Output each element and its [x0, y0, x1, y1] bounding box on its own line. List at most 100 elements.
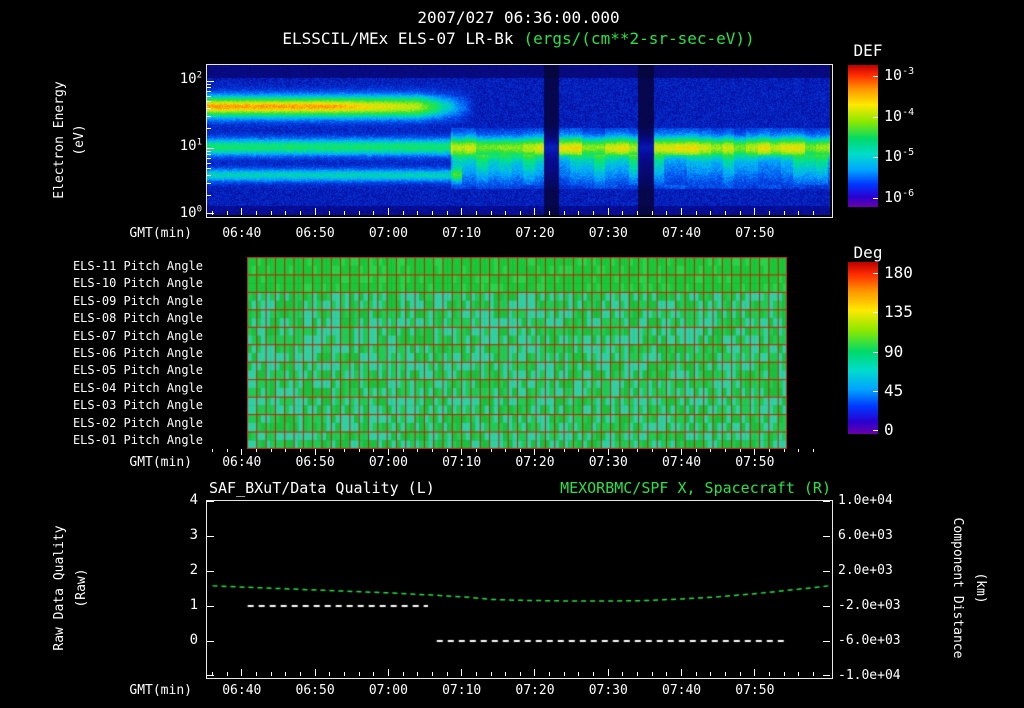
pitch-x-tick-major — [241, 449, 243, 455]
x-tick-major — [754, 208, 756, 215]
x-tick-major — [314, 208, 316, 215]
right-axis-tick-label: -6.0e+03 — [838, 633, 901, 648]
x-tick-major — [534, 669, 536, 676]
x-tick-major — [314, 669, 316, 676]
y-tick-minor — [207, 158, 211, 160]
deg-tick-label: 0 — [884, 420, 894, 439]
x-tick-minor — [798, 211, 800, 215]
pitch-x-tick-minor — [739, 449, 741, 452]
x-tick-minor — [783, 211, 785, 215]
left-axis-tick-label: 4 — [189, 492, 198, 508]
instrument-title-row: ELSSCIL/MEx ELS-07 LR-Bk (ergs/(cm**2-sr-… — [57, 29, 980, 48]
spectrogram-canvas — [207, 65, 830, 215]
pitch-x-tick-minor — [505, 449, 507, 452]
x-tick-major — [681, 669, 683, 676]
pitch-x-tick-minor — [651, 449, 653, 452]
x-tick-minor — [783, 672, 785, 676]
x-tick-minor — [270, 672, 272, 676]
pitch-x-tick-minor — [431, 449, 433, 452]
pitch-x-tick-major — [387, 449, 389, 455]
x-tick-minor — [299, 672, 301, 676]
x-tick-minor — [226, 672, 228, 676]
y-tick-minor — [207, 162, 211, 164]
x-tick-label: 06:50 — [295, 683, 335, 698]
pitch-row-label: ELS-02 Pitch Angle — [72, 415, 203, 430]
x-tick-minor — [695, 211, 697, 215]
pitch-row-label: ELS-03 Pitch Angle — [72, 398, 203, 413]
x-tick-label: 07:10 — [442, 455, 482, 470]
pitch-row-label: ELS-01 Pitch Angle — [72, 433, 203, 448]
x-tick-major — [387, 208, 389, 215]
deg-colorbar-title: Deg — [853, 243, 883, 262]
colorbar-tick — [873, 351, 878, 353]
x-tick-minor — [255, 211, 257, 215]
y-tick-minor — [207, 154, 211, 156]
x-tick-label: 07:50 — [735, 455, 775, 470]
bottom-right-title: MEXORBMC/SPF X, Spacecraft (R) — [560, 479, 831, 497]
x-tick-minor — [402, 672, 404, 676]
pitch-row-label: ELS-05 Pitch Angle — [72, 363, 203, 378]
x-tick-major — [607, 208, 609, 215]
pitch-x-tick-minor — [475, 449, 477, 452]
x-tick-minor — [637, 672, 639, 676]
colorbar-tick — [873, 76, 878, 77]
pitch-x-tick-major — [607, 449, 609, 455]
y-tick-minor — [207, 174, 211, 176]
pitch-x-tick-minor — [549, 449, 551, 452]
pitch-x-tick-minor — [637, 449, 639, 452]
x-tick-label: 07:30 — [588, 226, 628, 241]
x-tick-major — [461, 208, 463, 215]
x-tick-minor — [578, 211, 580, 215]
pitch-x-tick-minor — [299, 449, 301, 452]
right-axis-tick-label: 6.0e+03 — [838, 528, 893, 543]
pitch-x-tick-minor — [798, 449, 800, 452]
x-tick-minor — [695, 672, 697, 676]
x-tick-label: 07:00 — [368, 226, 408, 241]
x-tick-minor — [358, 211, 360, 215]
quality-ylabel-line2: (Raw) — [74, 568, 89, 608]
left-axis-tick — [207, 535, 214, 537]
def-tick-label: 10-3 — [884, 66, 915, 84]
x-tick-minor — [549, 672, 551, 676]
pitch-x-tick-minor — [343, 449, 345, 452]
right-axis-tick — [823, 535, 830, 537]
x-tick-minor — [417, 672, 419, 676]
x-tick-minor — [299, 211, 301, 215]
x-tick-minor — [549, 211, 551, 215]
pitch-x-tick-minor — [622, 449, 624, 452]
x-tick-major — [241, 669, 243, 676]
deg-colorbar — [848, 262, 878, 434]
pitch-x-tick-minor — [666, 449, 668, 452]
x-tick-major — [754, 669, 756, 676]
x-tick-label: 07:00 — [368, 455, 408, 470]
line-plot-panel — [206, 500, 833, 679]
colorbar-tick — [873, 273, 878, 274]
distance-ylabel-line1: Component Distance — [950, 517, 965, 659]
pitch-row-label: ELS-10 Pitch Angle — [72, 276, 203, 291]
pitch-x-tick-minor — [725, 449, 727, 452]
x-tick-label: 07:20 — [515, 683, 555, 698]
x-tick-major — [387, 669, 389, 676]
x-tick-minor — [710, 672, 712, 676]
y-tick-minor — [207, 84, 211, 86]
x-tick-minor — [622, 672, 624, 676]
x-tick-minor — [769, 211, 771, 215]
x-tick-minor — [431, 672, 433, 676]
def-tick-label: 10-4 — [884, 106, 915, 125]
x-tick-minor — [563, 672, 565, 676]
x-tick-label: 07:40 — [662, 226, 702, 241]
quality-ylabel-line1: Raw Data Quality — [52, 525, 67, 651]
pitch-x-tick-minor — [578, 449, 580, 452]
x-tick-minor — [563, 211, 565, 215]
x-tick-major — [461, 669, 463, 676]
x-tick-minor — [519, 672, 521, 676]
x-tick-minor — [666, 211, 668, 215]
x-tick-minor — [519, 211, 521, 215]
x-tick-label: 07:40 — [662, 683, 702, 698]
x-tick-minor — [490, 672, 492, 676]
pitch-row-label: ELS-07 Pitch Angle — [72, 328, 203, 343]
right-axis-tick — [823, 570, 830, 572]
left-axis-tick — [207, 501, 214, 502]
x-tick-minor — [329, 672, 331, 676]
science-plot-screen: 2007/027 06:36:00.000 ELSSCIL/MEx ELS-07… — [0, 0, 1024, 708]
